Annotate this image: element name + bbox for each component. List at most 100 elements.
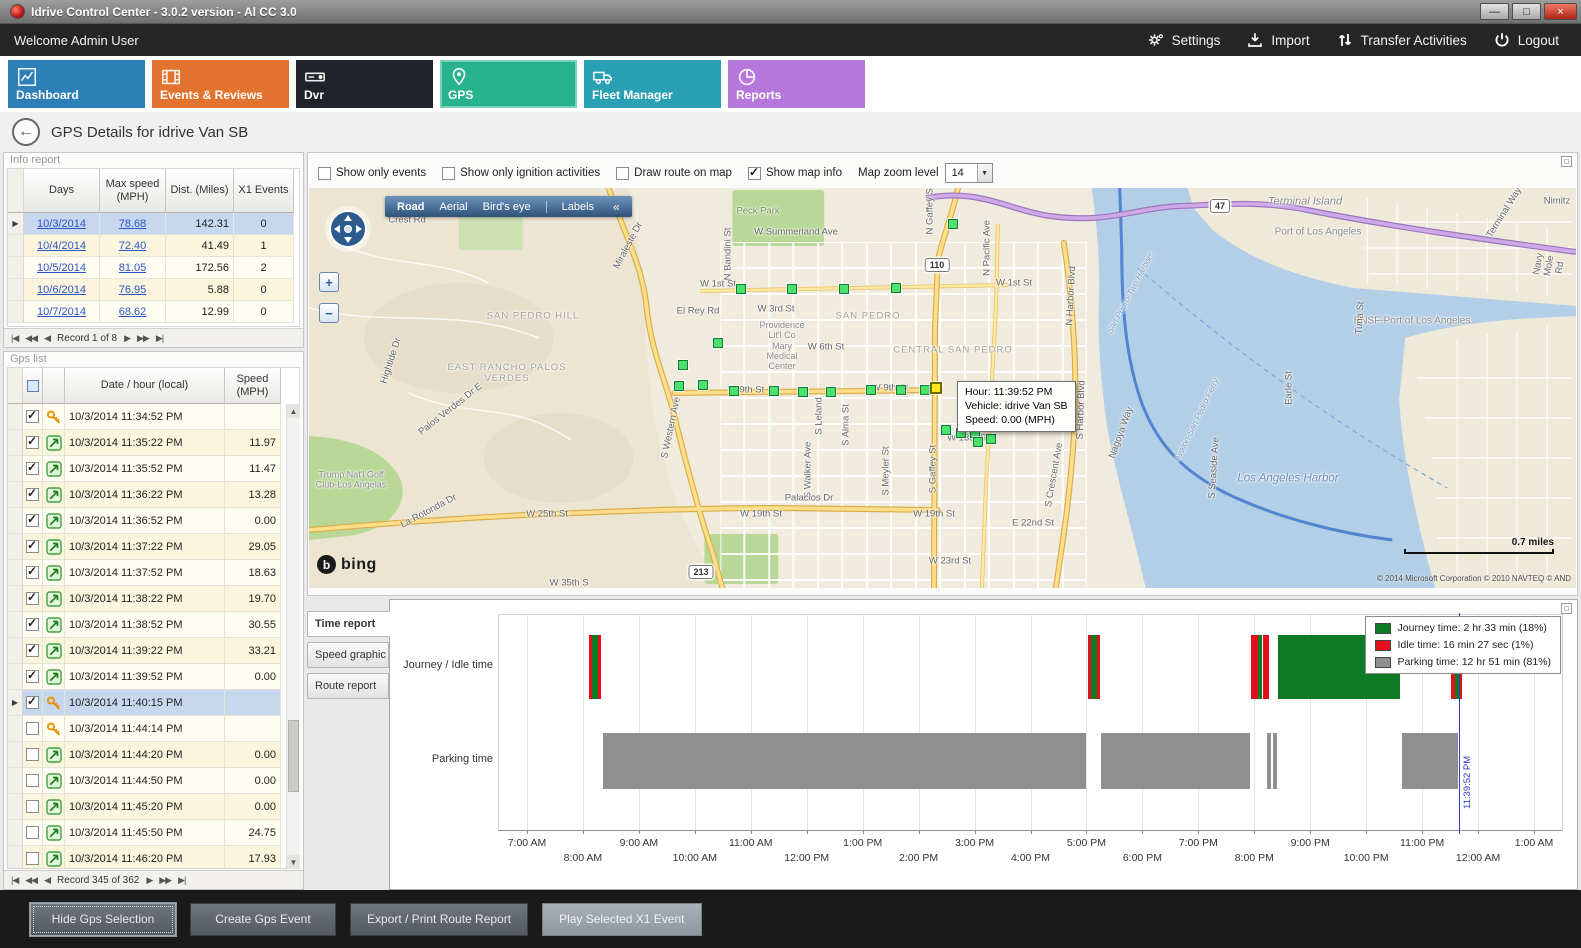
gps-marker[interactable] (866, 385, 876, 395)
gps-row-checkbox[interactable] (23, 482, 43, 508)
gps-row-checkbox[interactable] (23, 716, 43, 742)
tab-dashboard[interactable]: Dashboard (8, 60, 145, 108)
info-max-speed-link[interactable]: 81.05 (100, 257, 166, 279)
report-tab-speed-graphic[interactable]: Speed graphic (307, 642, 389, 668)
info-days-link[interactable]: 10/7/2014 (24, 301, 100, 323)
menu-logout[interactable]: Logout (1483, 27, 1569, 53)
fast-next-icon[interactable]: ▶▶ (159, 875, 171, 886)
gps-datetime-cell[interactable]: 10/3/2014 11:45:20 PM (65, 794, 225, 820)
minimize-button[interactable]: — (1480, 3, 1509, 20)
gps-row-checkbox[interactable] (23, 404, 43, 430)
gps-marker[interactable] (941, 425, 951, 435)
gps-marker[interactable] (787, 284, 797, 294)
checkbox-show-map-info[interactable]: Show map info (748, 167, 842, 180)
gps-speed-header[interactable]: Speed (MPH) (225, 368, 281, 404)
expand-chart-panel-icon[interactable] (1561, 603, 1572, 614)
tab-reports[interactable]: Reports (728, 60, 865, 108)
gps-row-checkbox[interactable] (23, 612, 43, 638)
info-max-speed-link[interactable]: 68.62 (100, 301, 166, 323)
gps-row-checkbox[interactable] (23, 534, 43, 560)
checkbox-show-only-events[interactable]: Show only events (318, 167, 426, 180)
map-style-bird-s-eye[interactable]: Bird's eye (483, 201, 531, 213)
gps-marker[interactable] (736, 284, 746, 294)
info-column-header[interactable]: X1 Events (234, 169, 294, 213)
info-days-link[interactable]: 10/4/2014 (24, 235, 100, 257)
gps-marker[interactable] (986, 434, 996, 444)
next-page-icon[interactable]: ▶ (146, 875, 152, 886)
gps-datetime-cell[interactable]: 10/3/2014 11:34:52 PM (65, 404, 225, 430)
gps-marker[interactable] (839, 284, 849, 294)
close-button[interactable]: × (1544, 3, 1577, 20)
gps-row-checkbox[interactable] (23, 794, 43, 820)
fast-prev-icon[interactable]: ◀◀ (25, 875, 37, 886)
selected-gps-marker[interactable] (930, 382, 942, 394)
info-max-speed-link[interactable]: 72.40 (100, 235, 166, 257)
info-column-header[interactable]: Dist. (Miles) (166, 169, 234, 213)
map-style-labels[interactable]: Labels (562, 201, 594, 213)
expand-map-panel-icon[interactable] (1561, 156, 1572, 167)
gps-datetime-cell[interactable]: 10/3/2014 11:39:22 PM (65, 638, 225, 664)
gps-marker[interactable] (769, 386, 779, 396)
export-print-route-report-button[interactable]: Export / Print Route Report (350, 903, 528, 936)
report-tab-time-report[interactable]: Time report (307, 611, 390, 637)
info-max-speed-link[interactable]: 78.68 (100, 213, 166, 235)
gps-datetime-cell[interactable]: 10/3/2014 11:35:52 PM (65, 456, 225, 482)
map-canvas[interactable]: Crest RdPeck ParkW Summerland AveMirales… (309, 188, 1576, 588)
gps-row-checkbox[interactable] (23, 430, 43, 456)
create-gps-event-button[interactable]: Create Gps Event (190, 903, 336, 936)
checkbox-draw-route-on-map[interactable]: Draw route on map (616, 167, 732, 180)
select-all-header[interactable] (23, 368, 43, 404)
info-column-header[interactable]: Days (24, 169, 100, 213)
back-button[interactable]: ← (12, 118, 40, 146)
first-page-icon[interactable]: |◀ (11, 333, 18, 344)
gps-row-checkbox[interactable] (23, 586, 43, 612)
info-days-link[interactable]: 10/6/2014 (24, 279, 100, 301)
gps-row-checkbox[interactable] (23, 742, 43, 768)
tab-events[interactable]: Events & Reviews (152, 60, 289, 108)
tab-gps[interactable]: GPS (440, 60, 577, 108)
gps-datetime-cell[interactable]: 10/3/2014 11:44:50 PM (65, 768, 225, 794)
last-page-icon[interactable]: ▶| (178, 875, 185, 886)
menu-settings[interactable]: Settings (1137, 27, 1231, 53)
gps-marker[interactable] (896, 385, 906, 395)
map-style-road[interactable]: Road (397, 201, 425, 213)
gps-list-scrollbar[interactable]: ▲ ▼ (286, 404, 300, 869)
map-zoom-out-button[interactable]: − (319, 303, 339, 323)
gps-marker[interactable] (678, 360, 688, 370)
report-tab-route-report[interactable]: Route report (307, 673, 389, 699)
last-page-icon[interactable]: ▶| (156, 333, 163, 344)
gps-datetime-cell[interactable]: 10/3/2014 11:40:15 PM (65, 690, 225, 716)
gps-datetime-cell[interactable]: 10/3/2014 11:35:22 PM (65, 430, 225, 456)
gps-datetime-cell[interactable]: 10/3/2014 11:45:50 PM (65, 820, 225, 846)
prev-page-icon[interactable]: ◀ (44, 875, 50, 886)
gps-row-checkbox[interactable] (23, 638, 43, 664)
gps-marker[interactable] (729, 386, 739, 396)
checkbox-show-only-ignition-activities[interactable]: Show only ignition activities (442, 167, 600, 180)
map-zoom-in-button[interactable]: + (319, 272, 339, 292)
info-days-link[interactable]: 10/3/2014 (24, 213, 100, 235)
first-page-icon[interactable]: |◀ (11, 875, 18, 886)
icon-column-header[interactable] (43, 368, 65, 404)
gps-marker[interactable] (674, 381, 684, 391)
gps-datetime-cell[interactable]: 10/3/2014 11:44:20 PM (65, 742, 225, 768)
gps-marker[interactable] (973, 437, 983, 447)
gps-marker[interactable] (891, 283, 901, 293)
gps-datetime-cell[interactable]: 10/3/2014 11:44:14 PM (65, 716, 225, 742)
gps-row-checkbox[interactable] (23, 508, 43, 534)
scrollbar-thumb[interactable] (288, 720, 299, 792)
fast-next-icon[interactable]: ▶▶ (137, 333, 149, 344)
gps-date-header[interactable]: Date / hour (local) (65, 368, 225, 404)
info-days-link[interactable]: 10/5/2014 (24, 257, 100, 279)
scroll-down-icon[interactable]: ▼ (287, 855, 300, 869)
gps-datetime-cell[interactable]: 10/3/2014 11:39:52 PM (65, 664, 225, 690)
next-page-icon[interactable]: ▶ (124, 333, 130, 344)
map-style-aerial[interactable]: Aerial (440, 201, 468, 213)
tab-dvr[interactable]: Dvr (296, 60, 433, 108)
info-column-header[interactable]: Max speed (MPH) (100, 169, 166, 213)
gps-datetime-cell[interactable]: 10/3/2014 11:46:20 PM (65, 846, 225, 869)
gps-row-checkbox[interactable] (23, 846, 43, 869)
gps-row-checkbox[interactable] (23, 768, 43, 794)
gps-row-checkbox[interactable] (23, 690, 43, 716)
info-max-speed-link[interactable]: 76.95 (100, 279, 166, 301)
maximize-button[interactable]: □ (1512, 3, 1541, 20)
